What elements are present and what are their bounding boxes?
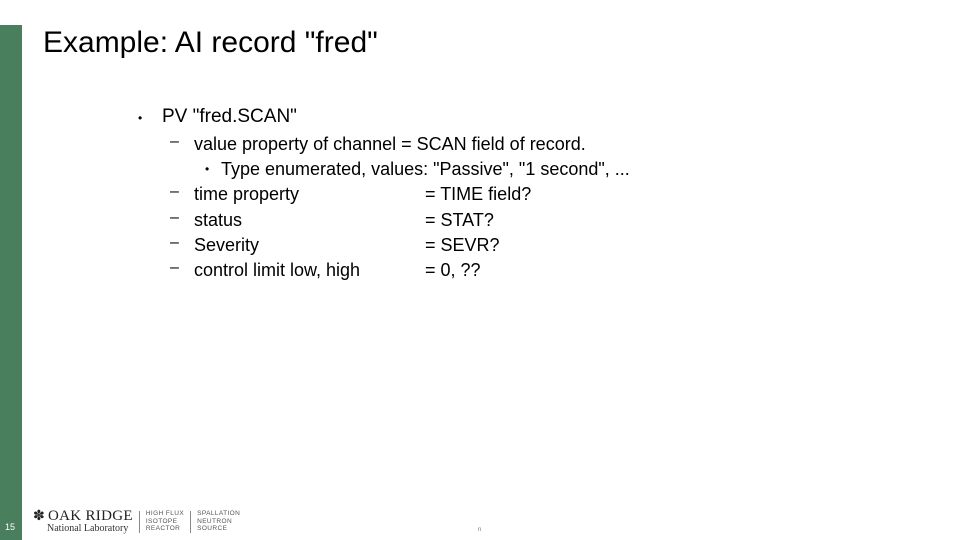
- dash-icon: –: [170, 183, 179, 200]
- subitem-control-limit-value: = 0, ??: [425, 260, 481, 280]
- logo-sns: SPALLATION NEUTRON SOURCE: [197, 510, 241, 533]
- subitem-value-property: value property of channel = SCAN field o…: [194, 134, 586, 154]
- bullet-pv: PV "fred.SCAN": [162, 106, 297, 127]
- subitem-time-value: = TIME field?: [425, 184, 532, 204]
- subsub-type-enumerated: Type enumerated, values: "Passive", "1 s…: [221, 159, 630, 179]
- subitem-status-label: status: [194, 210, 243, 230]
- subitem-severity-value: = SEVR?: [425, 235, 500, 255]
- logo-org-line1: OAK RIDGE: [48, 508, 133, 524]
- subitem-severity-label: Severity: [194, 235, 260, 255]
- footer-mark: n: [478, 527, 482, 533]
- side-accent-bar: [0, 25, 22, 540]
- bullet-icon: •: [138, 111, 143, 125]
- subitem-time-label: time property: [194, 184, 300, 204]
- logo-divider: [138, 510, 140, 533]
- logo-divider: [190, 510, 192, 533]
- bullet-icon: •: [205, 162, 210, 176]
- logo-org-line2: National Laboratory: [47, 523, 129, 534]
- slide-title: Example: AI record "fred": [43, 26, 378, 59]
- dash-icon: –: [170, 234, 179, 251]
- subitem-control-limit-label: control limit low, high: [194, 260, 361, 280]
- logo-hfir: HIGH FLUX ISOTOPE REACTOR: [145, 510, 185, 533]
- dash-icon: –: [170, 133, 179, 150]
- slide-number: 15: [5, 522, 16, 532]
- ornl-logo: ✽ OAK RIDGE National Laboratory HIGH FLU…: [33, 509, 240, 534]
- dash-icon: –: [170, 209, 179, 226]
- dash-icon: –: [170, 259, 179, 276]
- leaf-icon: ✽: [33, 508, 46, 524]
- subitem-status-value: = STAT?: [425, 210, 494, 230]
